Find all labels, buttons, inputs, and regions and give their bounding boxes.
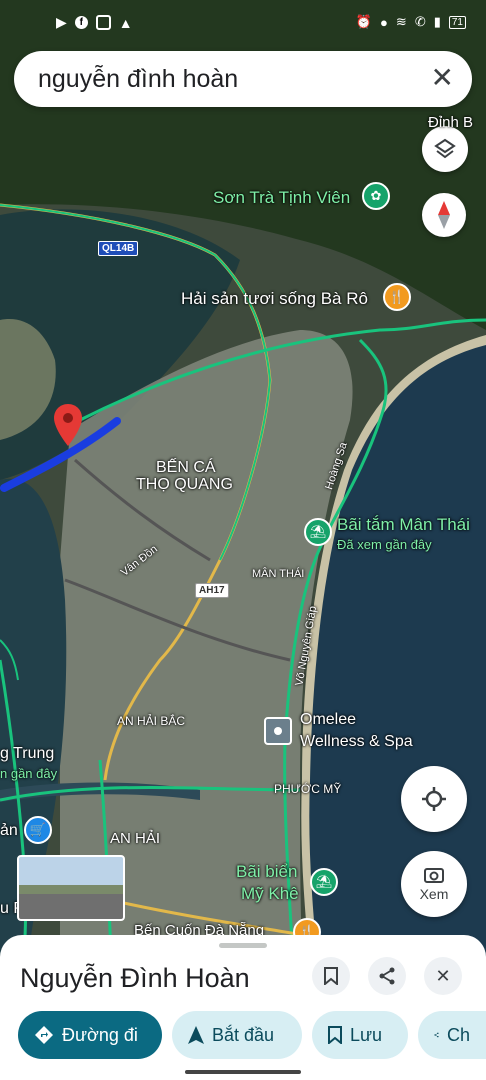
my-location-icon — [422, 787, 446, 811]
directions-button[interactable]: Đường đi — [18, 1011, 162, 1059]
flower-pin-icon[interactable]: ✿ — [362, 182, 390, 210]
save-label: Lưu — [350, 1024, 383, 1045]
share-button[interactable]: Ch — [418, 1011, 486, 1059]
gesture-bar[interactable] — [185, 1070, 301, 1074]
navigation-icon — [188, 1026, 204, 1044]
beach-pin-icon[interactable]: ⛱ — [304, 518, 332, 546]
share-icon — [379, 967, 395, 985]
place-bottom-sheet[interactable]: Nguyễn Đình Hoàn ✕ Đường đi Bắt đầu Lưu … — [0, 935, 486, 1080]
compass-icon — [438, 201, 450, 229]
spa-pin-icon[interactable] — [264, 717, 292, 745]
my-location-button[interactable] — [401, 766, 467, 832]
directions-label: Đường đi — [62, 1024, 138, 1045]
compass-button[interactable] — [422, 193, 466, 237]
video-icon: ▶ — [56, 14, 67, 30]
start-label: Bắt đầu — [212, 1024, 275, 1045]
facebook-icon: f — [74, 16, 88, 29]
call-icon: ✆ — [414, 14, 426, 29]
map-label-bai-tam[interactable]: Bãi tắm Mân Thái — [337, 515, 470, 535]
close-sheet-button[interactable]: ✕ — [424, 957, 462, 995]
road-shield-ql14b: QL14B — [98, 241, 139, 256]
map-label-g-trung: g Trung — [0, 745, 55, 762]
place-title: Nguyễn Đình Hoàn — [20, 963, 250, 993]
status-left-icons: ▶ f ▲ — [56, 14, 133, 31]
battery-icon: 71 — [448, 15, 466, 29]
map-label-an: ản — [0, 822, 18, 839]
alarm-icon: ⏰ — [355, 14, 373, 29]
warning-icon: ▲ — [118, 14, 133, 31]
map-label-wellness[interactable]: Wellness & Spa — [300, 733, 413, 751]
map-label-gan-day: n gần đây — [0, 766, 58, 781]
save-icon-button[interactable] — [312, 957, 350, 995]
close-icon[interactable]: ✕ — [431, 63, 454, 93]
destination-pin-icon[interactable] — [53, 404, 83, 446]
search-query[interactable]: nguyễn đình hoàn — [38, 65, 238, 94]
signal-icon: ▮ — [433, 14, 441, 29]
status-right-icons: ⏰ ● ≋ ✆ ▮ 71 — [356, 14, 466, 30]
location-icon: ● — [380, 14, 388, 30]
layers-icon — [434, 138, 456, 159]
bookmark-icon — [324, 967, 338, 985]
map-label-recently-viewed: Đã xem gần đây — [337, 537, 432, 552]
shopping-pin-icon[interactable]: 🛒 — [24, 816, 52, 844]
road-shield-ah17: AH17 — [195, 583, 229, 598]
share-icon-2 — [434, 1032, 439, 1038]
map-label-hai-san[interactable]: Hải sản tươi sống Bà Rô — [181, 289, 368, 309]
xem-label: Xem — [419, 886, 449, 902]
share-label: Ch — [446, 1024, 470, 1045]
layers-button[interactable] — [422, 126, 468, 172]
lens-icon — [424, 868, 444, 883]
map-label-ben-ca: BẾN CÁ — [156, 459, 216, 476]
map-label-tho-quang: THỌ QUANG — [136, 476, 233, 493]
map-label-my-khe[interactable]: Mỹ Khê — [241, 884, 299, 904]
map-label-an-hai: AN HẢI — [110, 830, 161, 847]
close-icon: ✕ — [435, 965, 451, 986]
search-bar[interactable]: nguyễn đình hoàn ✕ — [14, 51, 472, 107]
wifi-icon: ≋ — [395, 14, 407, 29]
map-label-man-thai: MÂN THÁI — [252, 568, 305, 580]
map-label-son-tra[interactable]: Sơn Trà Tịnh Viên — [213, 188, 350, 208]
instagram-icon — [95, 15, 111, 30]
map-label-omelee[interactable]: Omelee — [300, 711, 356, 729]
status-bar: ▶ f ▲ ⏰ ● ≋ ✆ ▮ 71 — [0, 0, 486, 46]
lens-button[interactable]: Xem — [401, 851, 467, 917]
share-icon-button[interactable] — [368, 957, 406, 995]
drag-handle[interactable] — [219, 943, 267, 948]
restaurant-pin-icon[interactable]: 🍴 — [383, 283, 411, 311]
map-label-dinh-b: Đỉnh B — [428, 114, 474, 131]
start-button[interactable]: Bắt đầu — [172, 1011, 302, 1059]
street-view-thumbnail[interactable] — [17, 855, 125, 921]
save-button[interactable]: Lưu — [312, 1011, 408, 1059]
map-label-phuoc-my: PHƯỚC MỸ — [274, 782, 342, 796]
beach-pin-icon-2[interactable]: ⛱ — [310, 868, 338, 896]
directions-icon — [35, 1026, 53, 1044]
map-label-bai-bien[interactable]: Bãi biển — [236, 862, 297, 882]
map-label-an-hai-bac: AN HẢI BẮC — [117, 714, 186, 728]
bookmark-icon-2 — [328, 1026, 342, 1044]
